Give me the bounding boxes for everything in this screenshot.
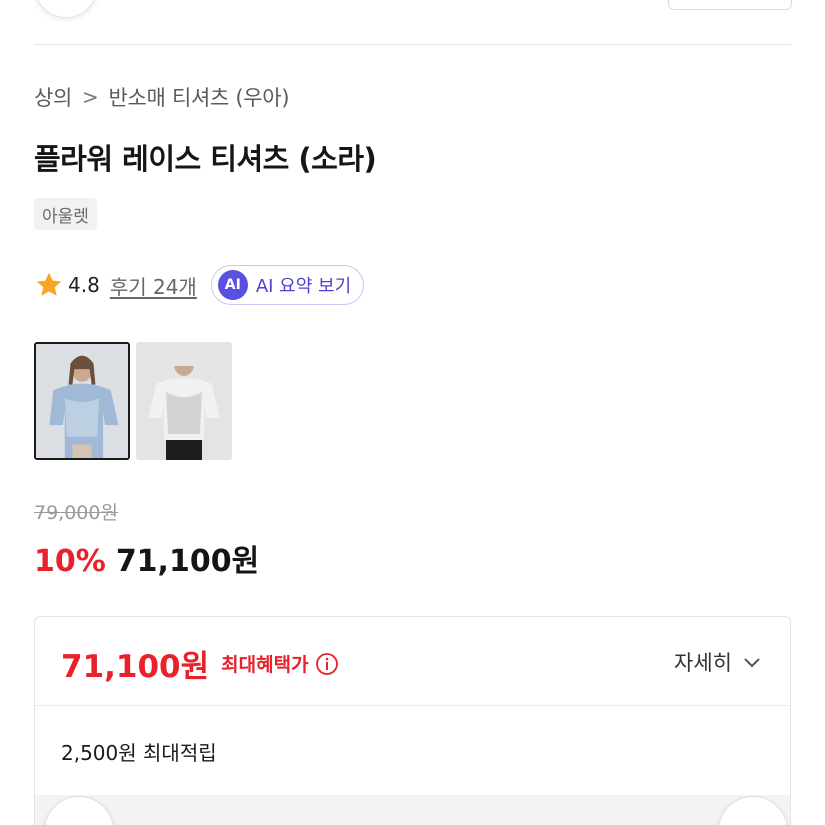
benefit-footer — [35, 795, 790, 825]
details-toggle-button[interactable]: 자세히 — [674, 647, 762, 677]
max-benefit-label: 최대혜택가 — [221, 654, 309, 676]
reviews-link[interactable]: 후기 24개 — [110, 271, 197, 300]
product-title: 플라워 레이스 티셔츠 (소라) — [34, 142, 377, 176]
thumbnail-strip — [34, 342, 232, 460]
rating-score: 4.8 — [68, 273, 100, 297]
ai-summary-button[interactable]: AI AI 요약 보기 — [210, 265, 365, 305]
chevron-down-icon — [744, 658, 760, 668]
breadcrumb-subcategory[interactable]: 반소매 티셔츠 (우아) — [109, 82, 290, 112]
breadcrumb-category[interactable]: 상의 — [34, 82, 72, 112]
rating-row: 4.8 후기 24개 AI AI 요약 보기 — [34, 264, 365, 306]
product-thumbnail-1[interactable] — [34, 342, 130, 460]
brand-tag: 아울렛 — [34, 198, 97, 230]
top-divider — [34, 44, 791, 45]
product-thumbnail-2[interactable] — [136, 342, 232, 460]
max-points-text: 2,500원 최대적립 — [61, 741, 217, 765]
price-row: 10% 71,100원 — [34, 536, 259, 580]
details-label: 자세히 — [674, 651, 732, 675]
ai-summary-label: AI 요약 보기 — [255, 276, 352, 297]
original-price: 79,000원 — [34, 502, 118, 524]
info-icon[interactable] — [315, 652, 339, 676]
benefit-divider — [35, 705, 790, 706]
top-action-button[interactable] — [668, 0, 792, 10]
max-benefit-price: 71,100원 — [61, 649, 210, 685]
brand-tag-label: 아울렛 — [42, 206, 89, 227]
chevron-right-icon: > — [82, 85, 99, 109]
benefit-box: 71,100원 최대혜택가 자세히 2,500원 최대적립 — [34, 616, 791, 825]
star-icon — [36, 272, 62, 296]
breadcrumb: 상의 > 반소매 티셔츠 (우아) — [34, 82, 290, 112]
top-circle-button[interactable] — [34, 0, 98, 18]
discount-rate: 10% — [34, 544, 106, 579]
sale-price: 71,100원 — [115, 544, 260, 579]
benefit-header: 71,100원 최대혜택가 — [61, 641, 339, 686]
ai-icon: AI — [217, 270, 248, 300]
